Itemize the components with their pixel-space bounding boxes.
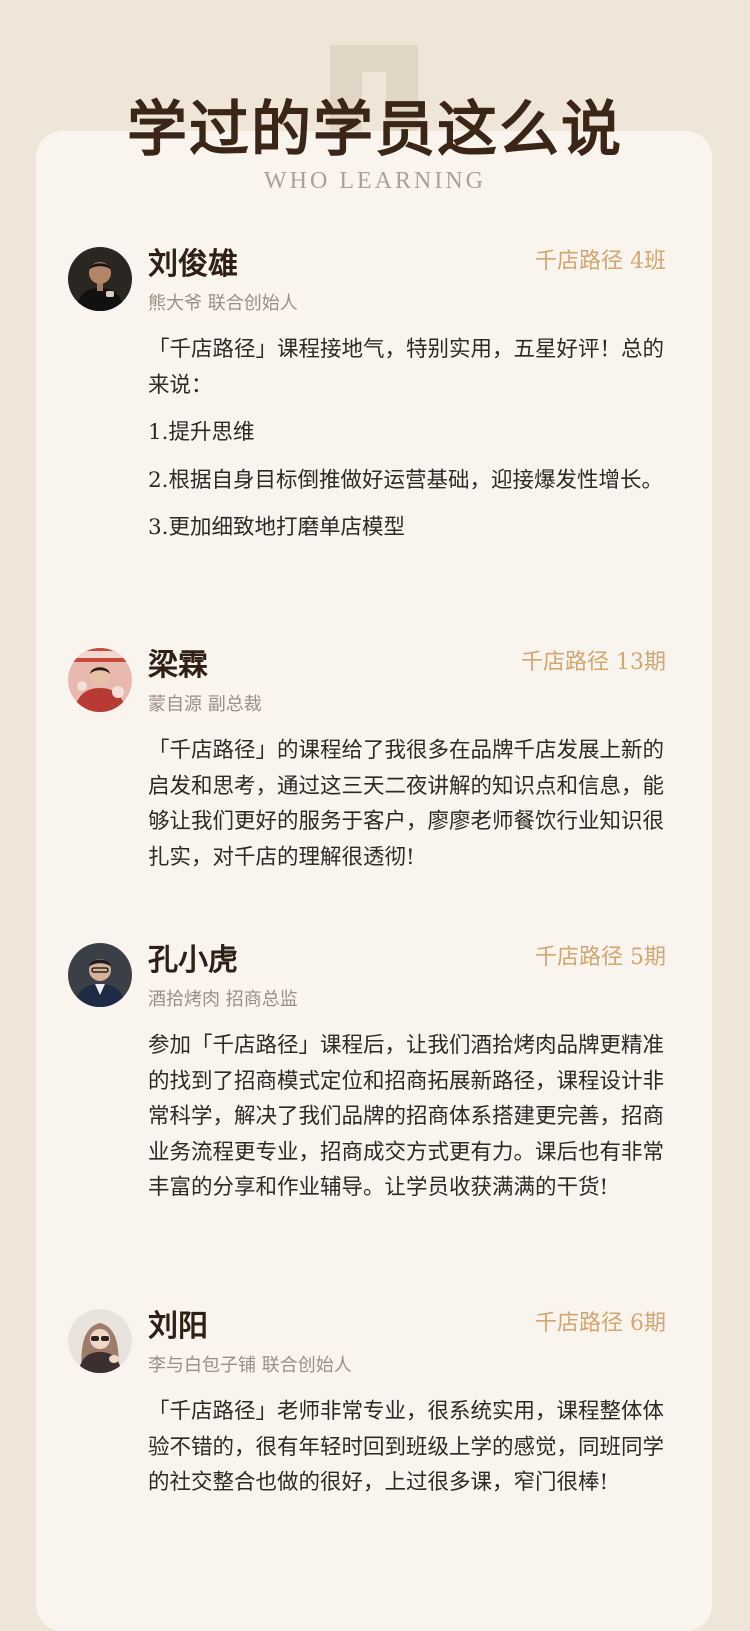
cohort-label: 千店路径 4班: [535, 249, 666, 274]
student-name: 刘俊雄: [148, 247, 238, 282]
testimonial-paragraph: 3.更加细致地打磨单店模型: [148, 515, 406, 540]
student-role: 酒拾烤肉 招商总监: [148, 989, 298, 1010]
cohort-label: 千店路径 6期: [535, 1311, 666, 1336]
cohort-label: 千店路径 13期: [521, 650, 666, 675]
student-name: 孔小虎: [148, 943, 238, 978]
avatar: [68, 648, 132, 712]
student-role: 蒙自源 副总裁: [148, 694, 262, 715]
avatar: [68, 247, 132, 311]
testimonial-paragraph: 1.提升思维: [148, 420, 255, 445]
testimonial-text: 「千店路径」老师非常专业，很系统实用，课程整体体验不错的，很有年轻时回到班级上学…: [148, 1394, 666, 1513]
section-subtitle: WHO LEARNING: [264, 168, 486, 194]
testimonial-paragraph: 「千店路径」老师非常专业，很系统实用，课程整体体验不错的，很有年轻时回到班级上学…: [148, 1399, 665, 1495]
testimonial-paragraph: 「千店路径」的课程给了我很多在品牌千店发展上新的启发和思考，通过这三天二夜讲解的…: [148, 738, 665, 870]
student-name: 刘阳: [148, 1309, 208, 1344]
cohort-label: 千店路径 5期: [535, 945, 666, 970]
student-role: 熊大爷 联合创始人: [148, 293, 298, 314]
testimonial-paragraph: 2.根据自身目标倒推做好运营基础，迎接爆发性增长。: [148, 467, 664, 493]
testimonial-text: 参加「千店路径」课程后，让我们酒拾烤肉品牌更精准的找到了招商模式定位和招商拓展新…: [148, 1028, 666, 1218]
testimonial-text: 「千店路径」课程接地气，特别实用，五星好评！总的来说： 1.提升思维 2.根据自…: [148, 332, 666, 558]
avatar: [68, 943, 132, 1007]
testimonial-text: 「千店路径」的课程给了我很多在品牌千店发展上新的启发和思考，通过这三天二夜讲解的…: [148, 733, 666, 887]
student-name: 梁霖: [148, 648, 208, 683]
section-title: 学过的学员这么说: [127, 95, 623, 165]
testimonial-paragraph: 「千店路径」课程接地气，特别实用，五星好评！总的来说：: [148, 337, 665, 398]
student-role: 李与白包子铺 联合创始人: [148, 1355, 352, 1376]
testimonial-paragraph: 参加「千店路径」课程后，让我们酒拾烤肉品牌更精准的找到了招商模式定位和招商拓展新…: [148, 1033, 665, 1200]
avatar: [68, 1309, 132, 1373]
